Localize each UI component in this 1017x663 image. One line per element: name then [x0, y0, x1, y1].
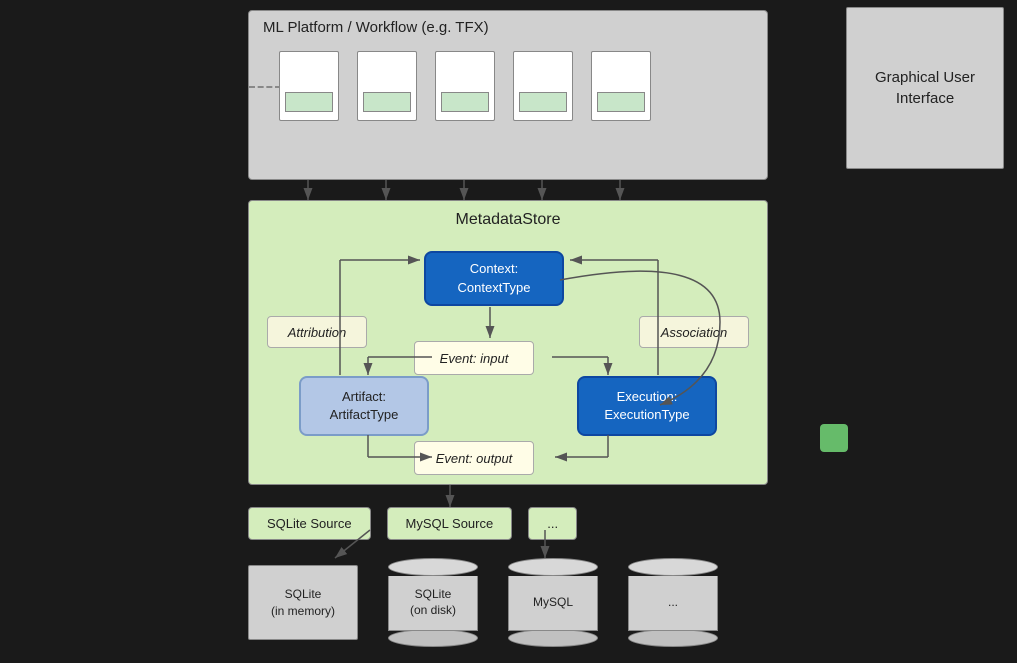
- artifact-text: Artifact:ArtifactType: [330, 388, 399, 424]
- diagram-container: ML Platform / Workflow (e.g. TFX) Graphi…: [0, 0, 1017, 663]
- sqlite-ondisk-label: SQLite(on disk): [410, 587, 456, 618]
- more-sources-btn[interactable]: ...: [528, 507, 577, 540]
- mysql-source-label: MySQL Source: [406, 516, 494, 531]
- execution-box: Execution:ExecutionType: [577, 376, 717, 436]
- pipeline-green-1: [285, 92, 333, 112]
- pipeline-box-3: [435, 51, 495, 121]
- event-output-text: Event: output: [436, 451, 513, 466]
- pipeline-green-5: [597, 92, 645, 112]
- attribution-label: Attribution: [267, 316, 367, 348]
- cylinder-bottom-1: [388, 629, 478, 647]
- context-text: Context:ContextType: [458, 260, 531, 296]
- event-output-box: Event: output: [414, 441, 534, 475]
- mysql-label: MySQL: [533, 595, 573, 611]
- metadata-store-title: MetadataStore: [456, 211, 561, 229]
- cylinder-top-3: [628, 558, 718, 576]
- green-square-legend: [820, 424, 848, 452]
- pipeline-box-2: [357, 51, 417, 121]
- cylinder-bottom-2: [508, 629, 598, 647]
- cylinder-bottom-3: [628, 629, 718, 647]
- gui-title: Graphical User Interface: [847, 67, 1003, 109]
- event-input-box: Event: input: [414, 341, 534, 375]
- ml-platform-box: ML Platform / Workflow (e.g. TFX): [248, 10, 768, 180]
- cylinder-top-2: [508, 558, 598, 576]
- pipeline-green-4: [519, 92, 567, 112]
- context-box: Context:ContextType: [424, 251, 564, 306]
- pipeline-green-2: [363, 92, 411, 112]
- dashed-line: [249, 86, 281, 88]
- metadata-store-box: MetadataStore Context:ContextType Attrib…: [248, 200, 768, 485]
- cylinder-body-1: SQLite(on disk): [388, 576, 478, 631]
- pipeline-green-3: [441, 92, 489, 112]
- sqlite-inmemory-db: SQLite(in memory): [248, 565, 358, 640]
- sqlite-source-btn[interactable]: SQLite Source: [248, 507, 371, 540]
- attribution-text: Attribution: [288, 325, 347, 340]
- pipeline-box-5: [591, 51, 651, 121]
- pipeline-box-4: [513, 51, 573, 121]
- more-db-label: ...: [668, 595, 678, 611]
- pipeline-box-1: [279, 51, 339, 121]
- mysql-source-btn[interactable]: MySQL Source: [387, 507, 513, 540]
- sqlite-ondisk-db: SQLite(on disk): [388, 558, 478, 647]
- cylinder-body-2: MySQL: [508, 576, 598, 631]
- ml-platform-title: ML Platform / Workflow (e.g. TFX): [263, 19, 489, 36]
- execution-text: Execution:ExecutionType: [604, 388, 689, 424]
- association-label: Association: [639, 316, 749, 348]
- event-input-text: Event: input: [440, 351, 509, 366]
- database-row: SQLite(in memory) SQLite(on disk) MySQL …: [248, 558, 718, 647]
- mysql-db: MySQL: [508, 558, 598, 647]
- source-bar: SQLite Source MySQL Source ...: [248, 507, 577, 540]
- association-text: Association: [661, 325, 727, 340]
- sqlite-source-label: SQLite Source: [267, 516, 352, 531]
- sqlite-inmemory-label: SQLite(in memory): [271, 586, 335, 620]
- cylinder-top-1: [388, 558, 478, 576]
- cylinder-body-3: ...: [628, 576, 718, 631]
- more-db: ...: [628, 558, 718, 647]
- more-sources-label: ...: [547, 516, 558, 531]
- gui-box: Graphical User Interface: [846, 7, 1004, 169]
- artifact-box: Artifact:ArtifactType: [299, 376, 429, 436]
